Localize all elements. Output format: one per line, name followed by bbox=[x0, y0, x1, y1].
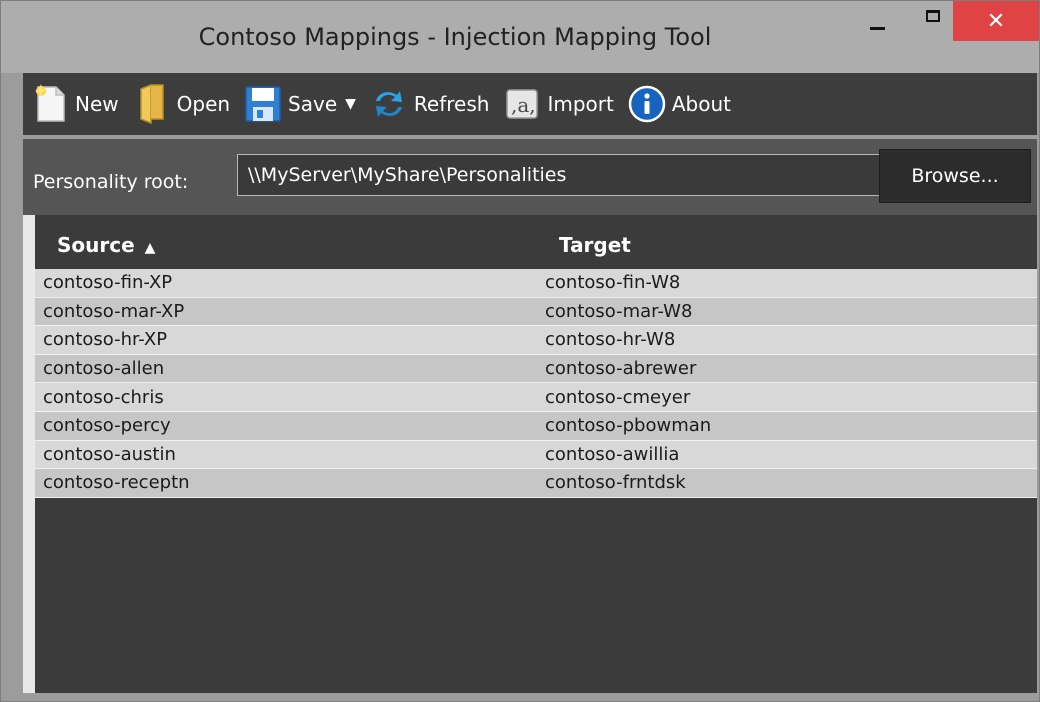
column-header-source-label: Source bbox=[57, 233, 135, 257]
open-label: Open bbox=[176, 92, 231, 116]
target-cell: contoso-hr-W8 bbox=[545, 329, 676, 351]
grid-rows: contoso-fin-XP contoso-fin-W8 contoso-mar… bbox=[35, 269, 1037, 498]
table-row[interactable]: contoso-hr-XP contoso-hr-W8 bbox=[35, 326, 1037, 355]
target-cell: contoso-pbowman bbox=[545, 415, 712, 437]
save-dropdown-caret[interactable]: ▼ bbox=[345, 96, 356, 112]
floppy-disk-icon bbox=[242, 82, 284, 126]
grid-header: Source ▲ Target bbox=[35, 215, 1037, 269]
open-button[interactable]: Open bbox=[131, 80, 230, 128]
refresh-arrows-icon bbox=[368, 82, 410, 126]
app-window: Contoso Mappings - Injection Mapping Too… bbox=[0, 0, 1040, 702]
new-button[interactable]: New bbox=[29, 80, 119, 128]
title-bar[interactable]: Contoso Mappings - Injection Mapping Too… bbox=[1, 1, 1039, 73]
minimize-button[interactable] bbox=[857, 1, 897, 43]
save-label: Save bbox=[288, 92, 338, 116]
maximize-button[interactable] bbox=[913, 1, 953, 43]
refresh-button[interactable]: Refresh bbox=[368, 80, 490, 128]
browse-button[interactable]: Browse... bbox=[879, 149, 1031, 203]
grid-row-header-strip bbox=[23, 215, 35, 693]
table-row[interactable]: contoso-fin-XP contoso-fin-W8 bbox=[35, 269, 1037, 298]
personality-root-bar: Personality root: \\MyServer\MyShare\Per… bbox=[23, 139, 1037, 215]
import-text-icon: ,a, bbox=[501, 82, 543, 126]
info-icon bbox=[626, 82, 668, 126]
source-cell: contoso-austin bbox=[43, 443, 176, 465]
target-cell: contoso-cmeyer bbox=[545, 386, 691, 408]
mappings-grid: Source ▲ Target contoso-fin-XP contoso-fin… bbox=[23, 215, 1037, 693]
source-cell: contoso-hr-XP bbox=[43, 329, 168, 351]
import-label: Import bbox=[547, 92, 614, 116]
table-row[interactable]: contoso-chris contoso-cmeyer bbox=[35, 383, 1037, 412]
svg-text:,a,: ,a, bbox=[511, 93, 536, 117]
table-row[interactable]: contoso-percy contoso-pbowman bbox=[35, 411, 1037, 441]
personality-root-input[interactable]: \\MyServer\MyShare\Personalities bbox=[237, 154, 885, 196]
close-button[interactable]: ✕ bbox=[953, 1, 1039, 41]
new-document-icon bbox=[29, 82, 71, 126]
source-cell: contoso-chris bbox=[43, 386, 164, 408]
source-cell: contoso-percy bbox=[43, 415, 171, 437]
target-cell: contoso-frntdsk bbox=[545, 472, 686, 494]
target-cell: contoso-mar-W8 bbox=[545, 300, 693, 322]
about-button[interactable]: About bbox=[626, 80, 731, 128]
column-header-target-label: Target bbox=[559, 233, 631, 257]
save-button[interactable]: Save ▼ bbox=[242, 80, 356, 128]
about-label: About bbox=[671, 92, 731, 116]
table-row[interactable]: contoso-austin contoso-awillia bbox=[35, 440, 1037, 470]
table-row[interactable]: contoso-receptn contoso-frntdsk bbox=[35, 469, 1037, 498]
target-cell: contoso-abrewer bbox=[545, 358, 697, 380]
import-button[interactable]: ,a, Import bbox=[501, 80, 614, 128]
minimize-icon bbox=[869, 26, 885, 30]
source-cell: contoso-receptn bbox=[43, 472, 190, 494]
source-cell: contoso-mar-XP bbox=[43, 300, 185, 322]
column-header-source[interactable]: Source ▲ bbox=[57, 233, 155, 257]
folder-icon bbox=[131, 82, 173, 126]
personality-root-label: Personality root: bbox=[33, 171, 189, 193]
refresh-label: Refresh bbox=[413, 92, 490, 116]
table-row[interactable]: contoso-allen contoso-abrewer bbox=[35, 354, 1037, 384]
new-label: New bbox=[75, 92, 119, 116]
source-cell: contoso-fin-XP bbox=[43, 272, 173, 294]
source-cell: contoso-allen bbox=[43, 358, 165, 380]
toolbar: New Open Save ▼ Refresh ,a, Import About bbox=[23, 73, 1037, 137]
target-cell: contoso-awillia bbox=[545, 443, 680, 465]
column-header-target[interactable]: Target bbox=[559, 233, 631, 257]
sort-ascending-icon: ▲ bbox=[144, 240, 156, 256]
target-cell: contoso-fin-W8 bbox=[545, 272, 681, 294]
maximize-icon bbox=[926, 10, 940, 22]
table-row[interactable]: contoso-mar-XP contoso-mar-W8 bbox=[35, 297, 1037, 327]
